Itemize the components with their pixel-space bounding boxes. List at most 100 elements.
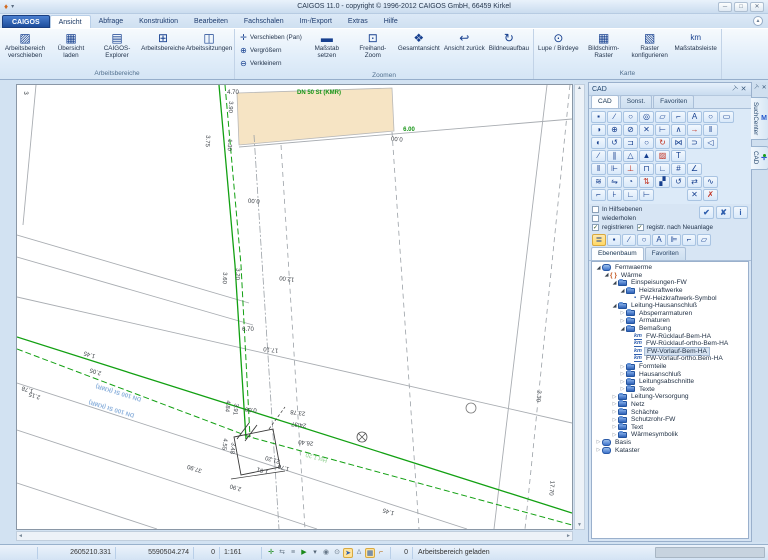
layers-icon[interactable]: ≡ xyxy=(288,548,298,558)
collapse-icon[interactable]: ◢ xyxy=(611,280,618,286)
checkbox-in-hilfsebenen[interactable] xyxy=(592,206,599,213)
cad-tool-button[interactable]: ◎ xyxy=(639,111,654,123)
strip-close-icon[interactable]: ✕ xyxy=(762,84,767,91)
tree-item-text[interactable]: ▷Text xyxy=(592,423,748,431)
cad-tool-button[interactable]: ○ xyxy=(639,137,654,149)
tree-item-heizkraftwerke[interactable]: ◢Heizkraftwerke xyxy=(592,287,748,295)
tree-item-w-rme[interactable]: ◢{ }Wärme xyxy=(592,272,748,280)
checkbox-registr-nach-neuanlage[interactable]: ✓ xyxy=(637,224,644,231)
tab-extras[interactable]: Extras xyxy=(340,15,376,28)
cad-tool-button[interactable]: ⊩ xyxy=(607,163,622,175)
tree-item-einspeisungen-fw[interactable]: ◢Einspeisungen-FW xyxy=(592,279,748,287)
cad-tool-button[interactable]: ▲ xyxy=(639,150,654,162)
map-vertical-scrollbar[interactable]: ▲ ▼ xyxy=(574,84,585,530)
cad-tool-button[interactable]: ⇋ xyxy=(607,176,622,188)
expand-icon[interactable]: ▷ xyxy=(595,439,602,445)
entity-button-0[interactable]: ≣ xyxy=(592,234,606,246)
cad-tool-button[interactable]: ⊘ xyxy=(623,124,638,136)
ribbon-button-bersicht-laden[interactable]: ▦Übersicht laden xyxy=(48,30,94,60)
cad-tool-button[interactable]: ⋈ xyxy=(671,137,686,149)
ribbon-corner-icon[interactable]: ▲ xyxy=(753,16,763,26)
confirm-button[interactable]: ✔ xyxy=(699,206,714,219)
entity-button-5[interactable]: ⊫ xyxy=(667,234,681,246)
ribbon-button-lupe-birdeye[interactable]: ⊙Lupe / Birdeye xyxy=(536,30,581,53)
cad-tool-button[interactable]: ∟ xyxy=(623,189,638,201)
cad-tool-button[interactable]: ∿ xyxy=(703,176,718,188)
tree-item-fernwaerme[interactable]: ◢Fernwaerme xyxy=(592,264,748,272)
scroll-left-icon[interactable]: ◄ xyxy=(17,533,24,540)
cad-tool-button[interactable]: ▱ xyxy=(655,111,670,123)
ribbon-button-freihand-zoom[interactable]: ⊡Freihand-Zoom xyxy=(350,30,396,60)
tree-item-formteile[interactable]: ▷Formteile xyxy=(592,363,748,371)
collapse-icon[interactable]: ◢ xyxy=(595,265,602,271)
tree-item-texte[interactable]: ▷Texte xyxy=(592,386,748,394)
dropdown-caret-icon[interactable]: ▾ xyxy=(310,548,320,558)
tree-item-netz[interactable]: ▷Netz xyxy=(592,401,748,409)
tab-fachschalen[interactable]: Fachschalen xyxy=(236,15,292,28)
collapse-icon[interactable]: ◢ xyxy=(619,288,626,294)
side-tab-cad[interactable]: ✛CAD xyxy=(751,146,768,169)
cad-tool-button[interactable]: ⌐ xyxy=(671,111,686,123)
cad-tool-button[interactable]: ⇅ xyxy=(639,176,654,188)
tab-im-export[interactable]: Im-/Export xyxy=(292,15,340,28)
expand-icon[interactable]: ▷ xyxy=(619,364,626,370)
cad-tool-button[interactable]: ↻ xyxy=(655,137,670,149)
pin-icon[interactable]: ⊤ xyxy=(730,85,739,93)
cad-tool-button[interactable]: ✕ xyxy=(639,124,654,136)
panel-close-icon[interactable]: ✕ xyxy=(739,85,748,93)
cad-tool-button[interactable]: # xyxy=(671,163,686,175)
cad-tool-button[interactable]: ≋ xyxy=(591,176,606,188)
cad-tool-button[interactable]: ⇄ xyxy=(687,176,702,188)
cad-tool-button[interactable]: A xyxy=(687,111,702,123)
ribbon-button-ma-stab-setzen[interactable]: ▬Maßstab setzen xyxy=(304,30,350,60)
checkbox-registrieren[interactable]: ✓ xyxy=(592,224,599,231)
tree-item-leitungsabschnitte[interactable]: ▷Leitungsabschnitte xyxy=(592,378,748,386)
cad-tool-button[interactable]: ⊢ xyxy=(655,124,670,136)
scroll-up-icon[interactable]: ▲ xyxy=(576,85,583,92)
checkbox-wiederholen[interactable] xyxy=(592,215,599,222)
scroll-right-icon[interactable]: ► xyxy=(565,533,572,540)
corner-icon[interactable]: ⌐ xyxy=(376,548,386,558)
cad-tool-button[interactable]: ⊥ xyxy=(623,163,638,175)
expand-icon[interactable]: ▷ xyxy=(611,432,618,438)
ribbon-button-arbeitssitzungen[interactable]: ◫Arbeitssitzungen xyxy=(186,30,232,53)
tab-hilfe[interactable]: Hilfe xyxy=(376,15,406,28)
tree-item-leitung-versorgung[interactable]: ▷Leitung-Versorgung xyxy=(592,393,748,401)
app-menu-button[interactable]: CAIGOS xyxy=(2,15,50,28)
cad-tool-button[interactable]: ▪ xyxy=(591,111,606,123)
ribbon-button-caigos-explorer[interactable]: ▤CAIGOS-Explorer xyxy=(94,30,140,60)
tab-abfrage[interactable]: Abfrage xyxy=(91,15,132,28)
tree-item-kataster[interactable]: ▷Kataster xyxy=(592,446,748,454)
cad-tool-button[interactable]: T xyxy=(671,150,686,162)
tree-item-basis[interactable]: ▷Basis xyxy=(592,439,748,447)
cad-tool-button[interactable]: ◑ xyxy=(591,124,606,136)
cad-tool-button[interactable]: ∧ xyxy=(671,124,686,136)
cad-tool-button[interactable]: △ xyxy=(623,150,638,162)
expand-icon[interactable]: ▷ xyxy=(619,379,626,385)
map-horizontal-scrollbar[interactable]: ◄ ► xyxy=(16,531,573,541)
tab-ebenenbaum[interactable]: Ebenenbaum xyxy=(591,247,644,260)
cad-tool-button[interactable]: ◁ xyxy=(703,137,718,149)
cad-tool-button[interactable]: ∠ xyxy=(687,163,702,175)
eye-icon[interactable]: ◉ xyxy=(321,548,331,558)
ribbon-button-bildneuaufbau[interactable]: ↻Bildneuaufbau xyxy=(487,30,531,53)
ribbon-button-ma-stabsleiste[interactable]: kmMaßstabsleiste xyxy=(673,30,719,53)
cad-tool-button[interactable]: ↺ xyxy=(671,176,686,188)
cad-tool-button[interactable]: ✗ xyxy=(703,189,718,201)
expand-icon[interactable]: ▷ xyxy=(611,424,618,430)
polygon-icon[interactable]: ∆ xyxy=(354,548,364,558)
ribbon-button-arbeitsbereich-verschieben[interactable]: ▨Arbeitsbereich verschieben xyxy=(2,30,48,60)
tree-item-leitung-hausanschlu[interactable]: ◢Leitung-Hausanschluß xyxy=(592,302,748,310)
cad-tool-button[interactable]: ∕ xyxy=(607,111,622,123)
ribbon-button-verschieben-pan[interactable]: ✛Verschieben (Pan) xyxy=(239,31,302,44)
cad-tool-button[interactable]: → xyxy=(687,124,702,136)
tree-item-armaturen[interactable]: ▷Armaturen xyxy=(592,317,748,325)
swap-icon[interactable]: ⇆ xyxy=(277,548,287,558)
cad-tool-button[interactable]: ◔ xyxy=(623,176,638,188)
expand-icon[interactable]: ▷ xyxy=(611,401,618,407)
cad-tool-button[interactable]: ⊦ xyxy=(607,189,622,201)
tab-tree-favoriten[interactable]: Favoriten xyxy=(645,247,686,260)
cad-tool-button[interactable]: ▨ xyxy=(655,150,670,162)
cursor-icon[interactable]: ➤ xyxy=(343,548,353,558)
tree-item-schutzrohr-fw[interactable]: ▷Schutzrohr-FW xyxy=(592,416,748,424)
